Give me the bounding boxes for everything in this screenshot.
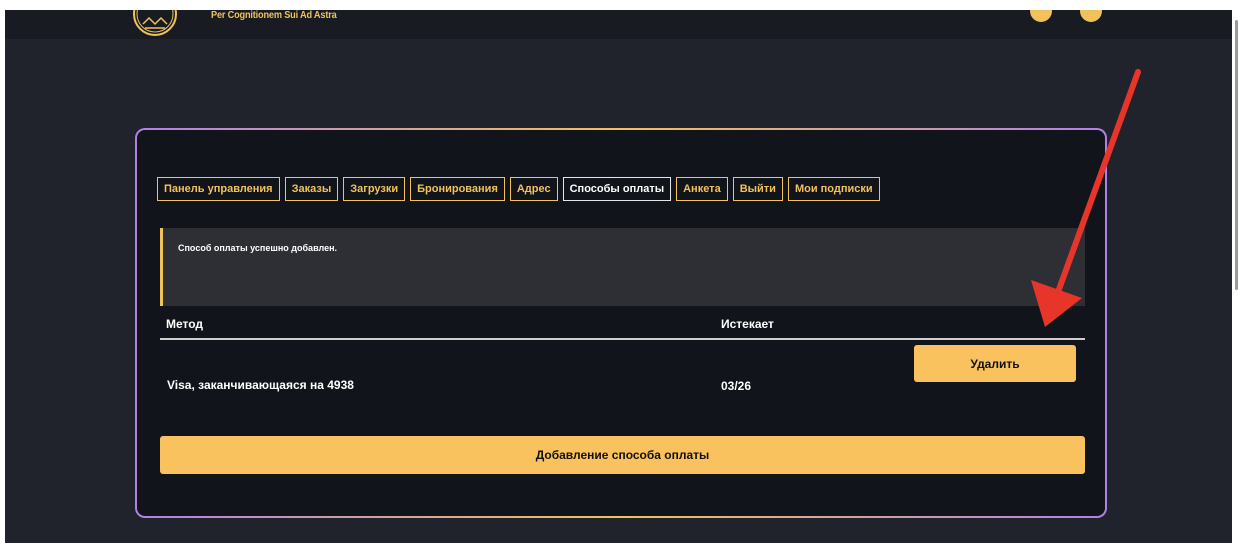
page-viewport: Per Cognitionem Sui Ad Astra Панель упра…	[5, 10, 1237, 543]
scrollbar-thumb[interactable]	[1235, 20, 1238, 290]
annotation-arrow-icon	[1031, 69, 1141, 327]
